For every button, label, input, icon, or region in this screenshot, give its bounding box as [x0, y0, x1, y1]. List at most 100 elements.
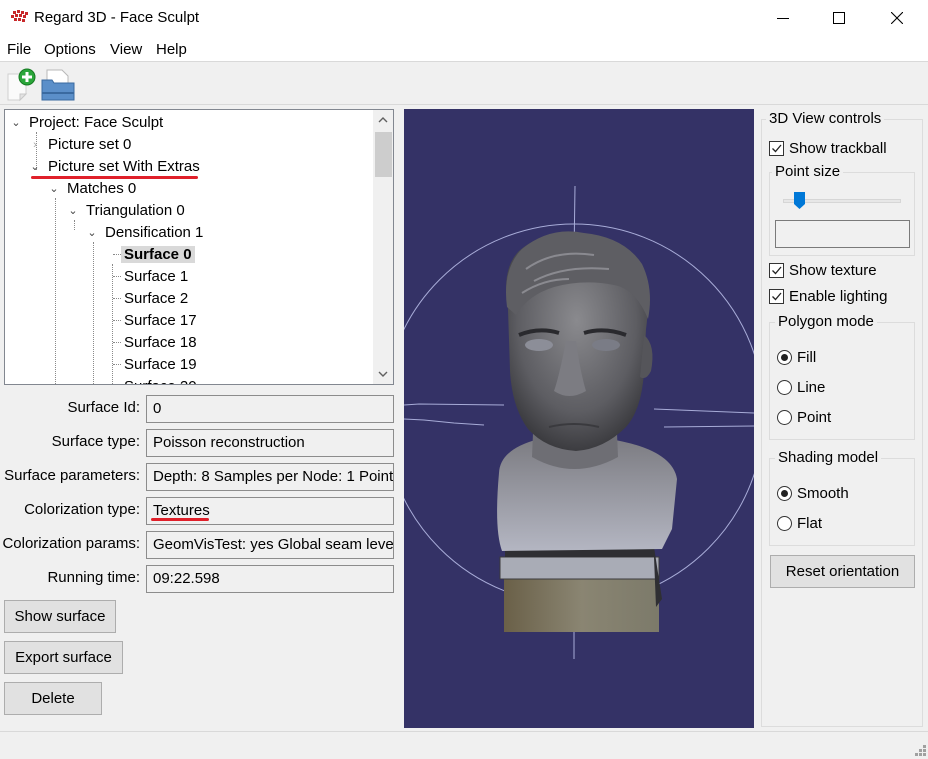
maximize-icon	[833, 12, 845, 24]
chevron-down-icon[interactable]: ⌄	[66, 200, 80, 222]
scroll-down-button[interactable]	[373, 364, 393, 384]
tree-item-surface-18[interactable]: Surface 18	[124, 332, 197, 354]
chevron-down-icon[interactable]: ⌄	[85, 222, 99, 244]
3d-scene[interactable]	[404, 109, 754, 728]
tree-item-surface-20[interactable]: Surface 20	[124, 376, 197, 384]
polygon-mode-point-radio[interactable]: Point	[777, 409, 831, 426]
radio-selected-icon[interactable]	[777, 350, 792, 365]
tree-guide-line	[112, 264, 113, 384]
toolbar	[0, 63, 928, 105]
trackball-equator-right-2	[663, 425, 754, 428]
tree-guide-line	[55, 198, 56, 384]
status-bar	[0, 731, 928, 759]
title-bar: Regard 3D - Face Sculpt	[0, 0, 928, 36]
surface-parameters-label: Surface parameters:	[4, 467, 140, 484]
radio-unselected-icon[interactable]	[777, 380, 792, 395]
menu-help[interactable]: Help	[156, 41, 187, 58]
bust-model	[497, 231, 677, 632]
3d-view-controls-title: 3D View controls	[766, 110, 885, 127]
tree-item-project[interactable]: ⌄ Project: Face Sculpt	[11, 112, 163, 134]
shading-smooth-radio[interactable]: Smooth	[777, 485, 849, 502]
polygon-mode-line-radio[interactable]: Line	[777, 379, 825, 396]
highlight-underline	[151, 518, 209, 521]
surface-id-field[interactable]: 0	[146, 395, 394, 423]
chevron-up-icon	[378, 117, 388, 123]
window-title: Regard 3D - Face Sculpt	[34, 9, 200, 26]
tree-item-triangulation-0[interactable]: ⌄ Triangulation 0	[68, 200, 184, 222]
shading-flat-radio[interactable]: Flat	[777, 515, 822, 532]
radio-selected-icon[interactable]	[777, 486, 792, 501]
minimize-button[interactable]	[760, 0, 806, 36]
tree-guide-line	[113, 276, 121, 277]
tree-item-picture-set-with-extras[interactable]: ⌄ Picture set With Extras	[30, 156, 199, 178]
delete-button[interactable]: Delete	[4, 682, 102, 715]
checkbox-checked-icon[interactable]	[769, 141, 784, 156]
checkbox-checked-icon[interactable]	[769, 289, 784, 304]
tree-item-surface-1[interactable]: Surface 1	[124, 266, 188, 288]
running-time-field[interactable]: 09:22.598	[146, 565, 394, 593]
project-tree[interactable]: ⌄ Project: Face Sculpt › Picture set 0 ⌄…	[4, 109, 394, 385]
close-button[interactable]	[874, 0, 920, 36]
point-size-field[interactable]	[775, 220, 910, 248]
surface-id-label: Surface Id:	[67, 399, 140, 416]
tree-item-surface-0[interactable]: Surface 0	[121, 244, 195, 266]
export-surface-button[interactable]: Export surface	[4, 641, 123, 674]
trackball-equator-left-2	[404, 418, 485, 426]
colorization-params-field[interactable]: GeomVisTest: yes Global seam level:	[146, 531, 394, 559]
trackball-equator-right	[653, 408, 754, 414]
new-document-plus-icon	[7, 68, 36, 102]
tree-item-surface-17[interactable]: Surface 17	[124, 310, 197, 332]
running-time-label: Running time:	[47, 569, 140, 586]
tree-guide-line	[113, 364, 121, 365]
radio-unselected-icon[interactable]	[777, 516, 792, 531]
folder-icon	[41, 69, 75, 101]
tree-item-surface-19[interactable]: Surface 19	[124, 354, 197, 376]
bust-eye-right	[592, 339, 620, 351]
bust-plinth	[499, 556, 660, 580]
show-surface-button[interactable]: Show surface	[4, 600, 116, 633]
tree-guide-line	[113, 342, 121, 343]
colorization-type-label: Colorization type:	[24, 501, 140, 518]
scroll-up-button[interactable]	[373, 110, 393, 130]
menu-file[interactable]: File	[7, 41, 31, 58]
chevron-down-icon[interactable]: ⌄	[28, 156, 42, 178]
maximize-button[interactable]	[816, 0, 862, 36]
colorization-params-label: Colorization params:	[2, 535, 140, 552]
menu-options[interactable]: Options	[44, 41, 96, 58]
surface-type-label: Surface type:	[51, 433, 140, 450]
tree-guide-line	[113, 254, 121, 255]
chevron-down-icon[interactable]: ⌄	[47, 178, 61, 200]
radio-unselected-icon[interactable]	[777, 410, 792, 425]
scrollbar-thumb[interactable]	[375, 132, 392, 177]
tree-guide-line	[113, 320, 121, 321]
point-size-slider-thumb[interactable]	[794, 192, 805, 209]
trackball-equator-left	[404, 403, 505, 406]
show-texture-checkbox[interactable]: Show texture	[769, 262, 877, 279]
tree-item-densification-1[interactable]: ⌄ Densification 1	[87, 222, 203, 244]
shading-model-title: Shading model	[775, 449, 882, 466]
surface-type-field[interactable]: Poisson reconstruction	[146, 429, 394, 457]
menu-view[interactable]: View	[110, 41, 142, 58]
polygon-mode-title: Polygon mode	[775, 313, 877, 330]
tree-item-surface-2[interactable]: Surface 2	[124, 288, 188, 310]
show-trackball-checkbox[interactable]: Show trackball	[769, 140, 887, 157]
chevron-down-icon[interactable]: ⌄	[9, 112, 23, 134]
new-project-button[interactable]	[4, 66, 40, 102]
3d-viewport[interactable]	[404, 109, 754, 728]
polygon-mode-fill-radio[interactable]: Fill	[777, 349, 816, 366]
enable-lighting-checkbox[interactable]: Enable lighting	[769, 288, 887, 305]
reset-orientation-button[interactable]: Reset orientation	[770, 555, 915, 588]
tree-item-picture-set-0[interactable]: › Picture set 0	[33, 134, 131, 156]
tree-guide-line	[113, 298, 121, 299]
tree-guide-line	[93, 242, 94, 384]
point-size-title: Point size	[772, 163, 844, 180]
tree-scrollbar[interactable]	[373, 110, 393, 384]
shading-model-group	[769, 458, 915, 546]
chevron-right-icon[interactable]: ›	[28, 134, 42, 156]
resize-grip-icon[interactable]	[914, 745, 926, 757]
minimize-icon	[777, 18, 789, 19]
checkbox-checked-icon[interactable]	[769, 263, 784, 278]
surface-parameters-field[interactable]: Depth: 8 Samples per Node: 1 Point	[146, 463, 394, 491]
tree-item-matches-0[interactable]: ⌄ Matches 0	[49, 178, 136, 200]
open-project-button[interactable]	[40, 66, 76, 102]
